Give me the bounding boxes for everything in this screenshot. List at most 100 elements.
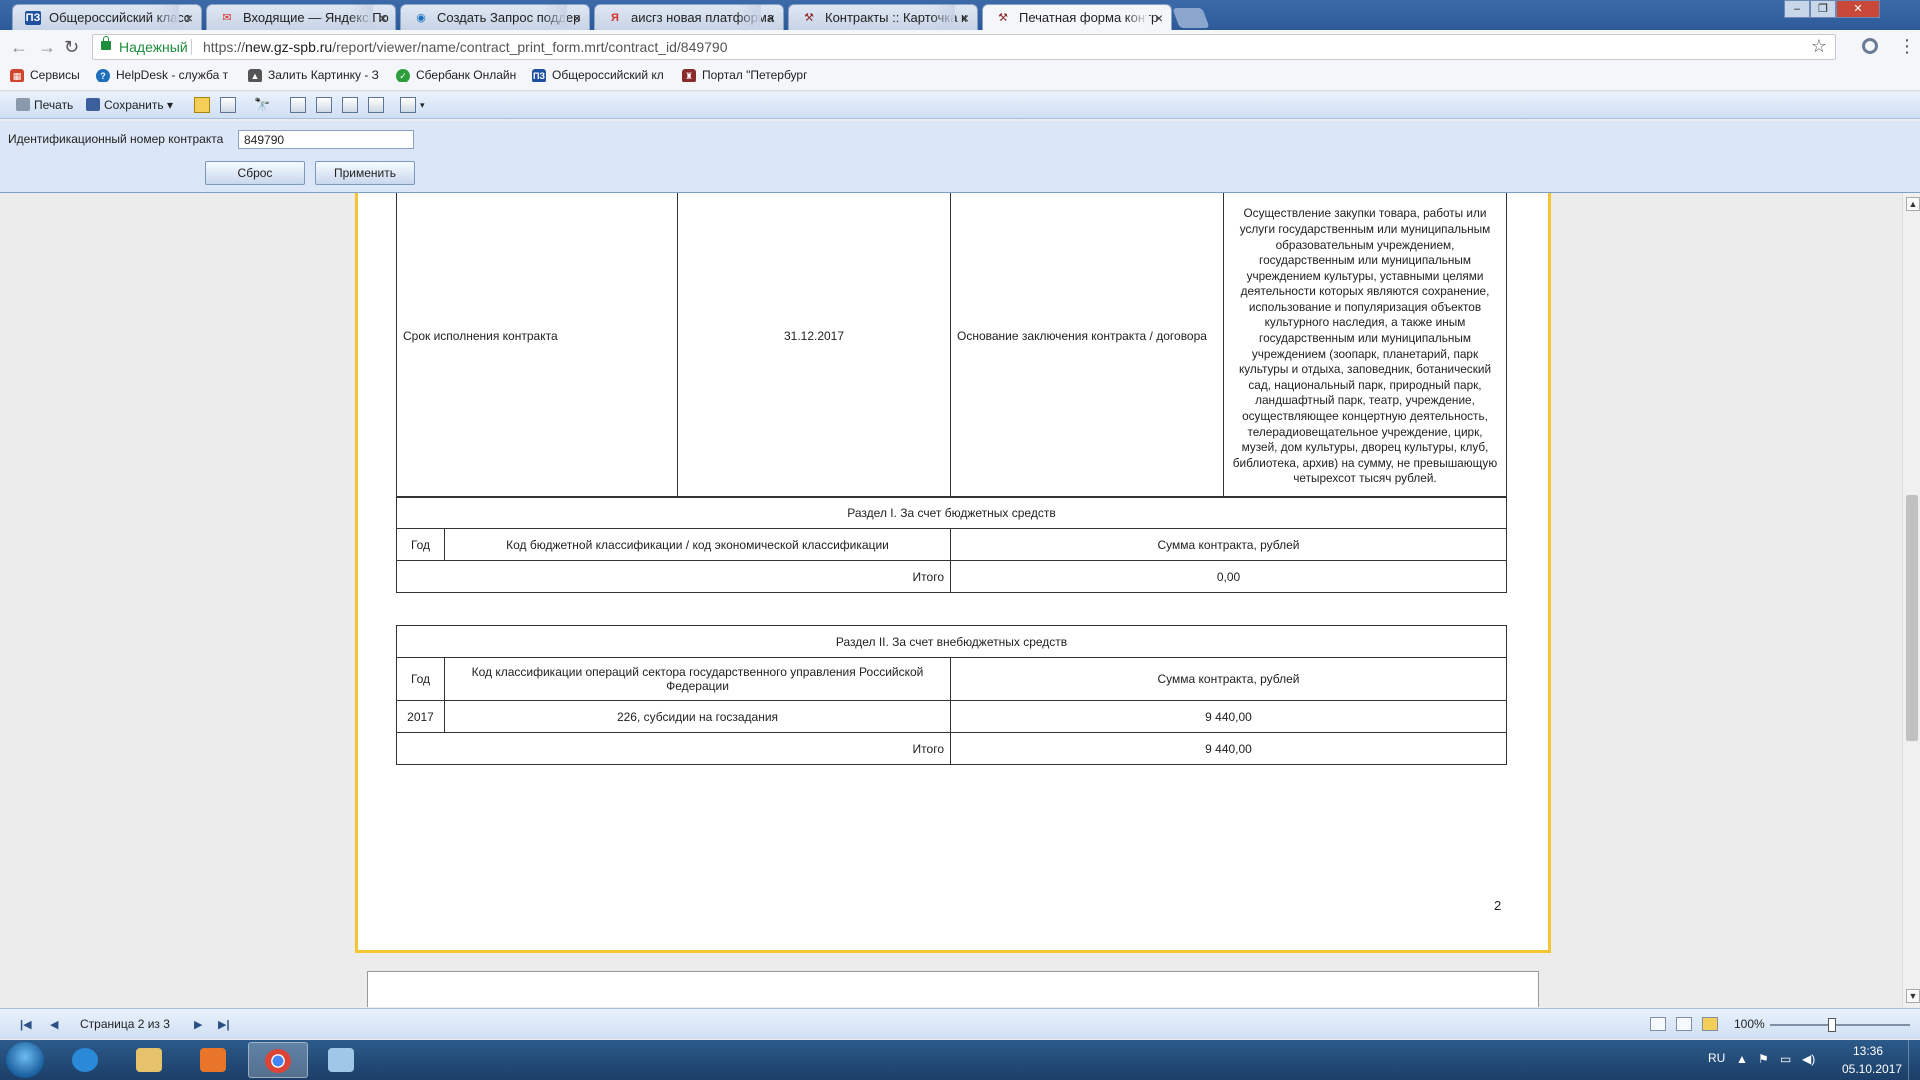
- prev-page-icon[interactable]: ◀: [50, 1018, 58, 1031]
- image-upload-icon: ▲: [248, 69, 262, 82]
- reload-icon[interactable]: ↻: [64, 36, 79, 58]
- bookmark-image-upload[interactable]: ▲ Залить Картинку - З: [248, 68, 379, 82]
- basis-text: Осуществление закупки товара, работы или…: [1223, 193, 1507, 498]
- support-icon: ◉: [416, 12, 426, 24]
- sberbank-icon: ✓: [396, 69, 410, 82]
- next-report-page: [367, 971, 1539, 1007]
- first-page-icon[interactable]: |◀: [20, 1018, 32, 1031]
- single-page-icon[interactable]: [290, 97, 306, 113]
- tab-classifier[interactable]: ПЗ Общероссийский класс ×: [12, 4, 202, 30]
- forward-icon[interactable]: →: [38, 36, 56, 58]
- bookmark-classifier[interactable]: ПЗ Общероссийский кл: [532, 68, 664, 82]
- language-indicator[interactable]: RU: [1708, 1051, 1725, 1065]
- report-page: Срок исполнения контракта 31.12.2017 Осн…: [355, 193, 1551, 953]
- zoom-slider[interactable]: [1770, 1024, 1910, 1026]
- bookmark-spb-portal[interactable]: ♜ Портал "Петербург: [682, 68, 807, 82]
- browser-menu-icon[interactable]: ⋮: [1898, 36, 1916, 56]
- section2-total-value: 9 440,00: [950, 732, 1507, 765]
- network-icon[interactable]: ▭: [1780, 1052, 1791, 1066]
- extension-icon[interactable]: [1862, 38, 1878, 54]
- tab-close-icon[interactable]: ×: [1155, 5, 1163, 30]
- tray-expand-icon[interactable]: ▲: [1736, 1052, 1748, 1066]
- address-bar: ← → ↻ Надежный https://new.gz-spb.ru/rep…: [0, 30, 1920, 64]
- floppy-icon: [86, 98, 100, 111]
- volume-icon[interactable]: ◀): [1802, 1052, 1815, 1066]
- zoom-slider-thumb[interactable]: [1828, 1018, 1836, 1032]
- section2-row-sum: 9 440,00: [950, 700, 1507, 733]
- term-label: Срок исполнения контракта: [396, 193, 678, 498]
- term-date: 31.12.2017: [677, 193, 951, 498]
- yandex-icon: Я: [611, 12, 619, 24]
- next-page-icon[interactable]: ▶: [194, 1018, 202, 1031]
- paint-taskbar-icon[interactable]: [312, 1042, 372, 1078]
- tab-close-icon[interactable]: ×: [379, 5, 387, 30]
- section2-col-code: Код классификации операций сектора госуд…: [444, 657, 951, 701]
- print-button[interactable]: Печать: [16, 96, 73, 114]
- single-page-mode-icon[interactable]: [1650, 1017, 1666, 1031]
- bookmark-sberbank[interactable]: ✓ Сбербанк Онлайн: [396, 68, 516, 82]
- reset-button[interactable]: Сброс: [205, 161, 305, 185]
- tab-support-request[interactable]: ◉ Создать Запрос поддер ×: [400, 4, 590, 30]
- continuous-mode-icon[interactable]: [1676, 1017, 1692, 1031]
- section2-table: Раздел II. За счет внебюджетных средств …: [396, 625, 1507, 765]
- helpdesk-icon: ?: [96, 69, 110, 82]
- bookmark-helpdesk[interactable]: ? HelpDesk - служба т: [96, 68, 228, 82]
- clock-time[interactable]: 13:36: [1853, 1044, 1883, 1058]
- scroll-up-icon[interactable]: ▲: [1906, 197, 1920, 211]
- view-mode-dropdown-icon[interactable]: ▾: [420, 96, 425, 114]
- apply-button[interactable]: Применить: [315, 161, 415, 185]
- clock-date[interactable]: 05.10.2017: [1842, 1062, 1902, 1076]
- tab-print-form[interactable]: ⚒ Печатная форма контр ×: [982, 4, 1172, 30]
- multipage-mode-icon[interactable]: [1702, 1017, 1718, 1031]
- minimize-button[interactable]: –: [1784, 0, 1810, 18]
- parameters-toggle-icon[interactable]: [194, 97, 210, 113]
- tab-close-icon[interactable]: ×: [961, 5, 969, 30]
- section2-col-year: Год: [396, 657, 445, 701]
- page-width-icon[interactable]: [316, 97, 332, 113]
- tab-yandex-mail[interactable]: ✉ Входящие — Яндекс.По ×: [206, 4, 396, 30]
- bookmarks-panel-icon[interactable]: [220, 97, 236, 113]
- section1-col-sum: Сумма контракта, рублей: [950, 528, 1507, 561]
- back-icon[interactable]: ←: [10, 36, 28, 58]
- section1-total-value: 0,00: [950, 560, 1507, 593]
- show-desktop-button[interactable]: [1908, 1040, 1920, 1080]
- start-button[interactable]: [6, 1042, 44, 1078]
- report-viewport[interactable]: Срок исполнения контракта 31.12.2017 Осн…: [0, 193, 1902, 1007]
- bookmark-services[interactable]: ▦ Сервисы: [10, 68, 80, 82]
- tab-close-icon[interactable]: ×: [767, 5, 775, 30]
- action-center-icon[interactable]: ⚑: [1758, 1052, 1769, 1066]
- chrome-taskbar-icon[interactable]: [248, 1042, 308, 1078]
- last-page-icon[interactable]: ▶|: [218, 1018, 230, 1031]
- scrollbar-thumb[interactable]: [1906, 495, 1918, 741]
- ie-taskbar-icon[interactable]: [56, 1042, 116, 1078]
- section1-table: Раздел I. За счет бюджетных средств Год …: [396, 496, 1507, 593]
- explorer-taskbar-icon[interactable]: [120, 1042, 180, 1078]
- viewer-toolbar: Печать Сохранить ▾ 🔭 ▾: [0, 92, 1920, 119]
- tools-icon: ⚒: [998, 12, 1008, 24]
- whole-page-icon[interactable]: [342, 97, 358, 113]
- table-row: 2017 226, субсидии на госзадания 9 440,0…: [396, 700, 1507, 733]
- new-tab-button[interactable]: [1172, 8, 1210, 28]
- section2-total-label: Итого: [396, 732, 951, 765]
- viewer-status-bar: |◀ ◀ Страница 2 из 3 ▶ ▶| 100%: [0, 1008, 1920, 1039]
- bookmark-star-icon[interactable]: ☆: [1811, 36, 1827, 57]
- browser-tab-strip: ПЗ Общероссийский класс × ✉ Входящие — Я…: [0, 0, 1920, 30]
- tab-close-icon[interactable]: ×: [185, 5, 193, 30]
- secure-label: Надежный: [119, 39, 188, 55]
- tab-close-icon[interactable]: ×: [573, 5, 581, 30]
- multi-page-icon[interactable]: [368, 97, 384, 113]
- contract-id-input[interactable]: [238, 130, 414, 149]
- media-player-taskbar-icon[interactable]: [184, 1042, 244, 1078]
- view-mode-icon[interactable]: [400, 97, 416, 113]
- page-indicator[interactable]: Страница 2 из 3: [80, 1017, 170, 1031]
- restore-button[interactable]: ❐: [1810, 0, 1836, 18]
- section2-col-sum: Сумма контракта, рублей: [950, 657, 1507, 701]
- vertical-scrollbar[interactable]: ▲ ▼: [1902, 193, 1920, 1007]
- find-icon[interactable]: 🔭: [254, 97, 270, 113]
- save-button[interactable]: Сохранить ▾: [86, 96, 173, 114]
- url-input[interactable]: Надежный https://new.gz-spb.ru/report/vi…: [92, 34, 1836, 60]
- close-window-button[interactable]: ✕: [1836, 0, 1880, 18]
- tab-yandex-search[interactable]: Я аисгз новая платформа ×: [594, 4, 784, 30]
- scroll-down-icon[interactable]: ▼: [1906, 989, 1920, 1003]
- tab-contracts-card[interactable]: ⚒ Контракты :: Карточка к ×: [788, 4, 978, 30]
